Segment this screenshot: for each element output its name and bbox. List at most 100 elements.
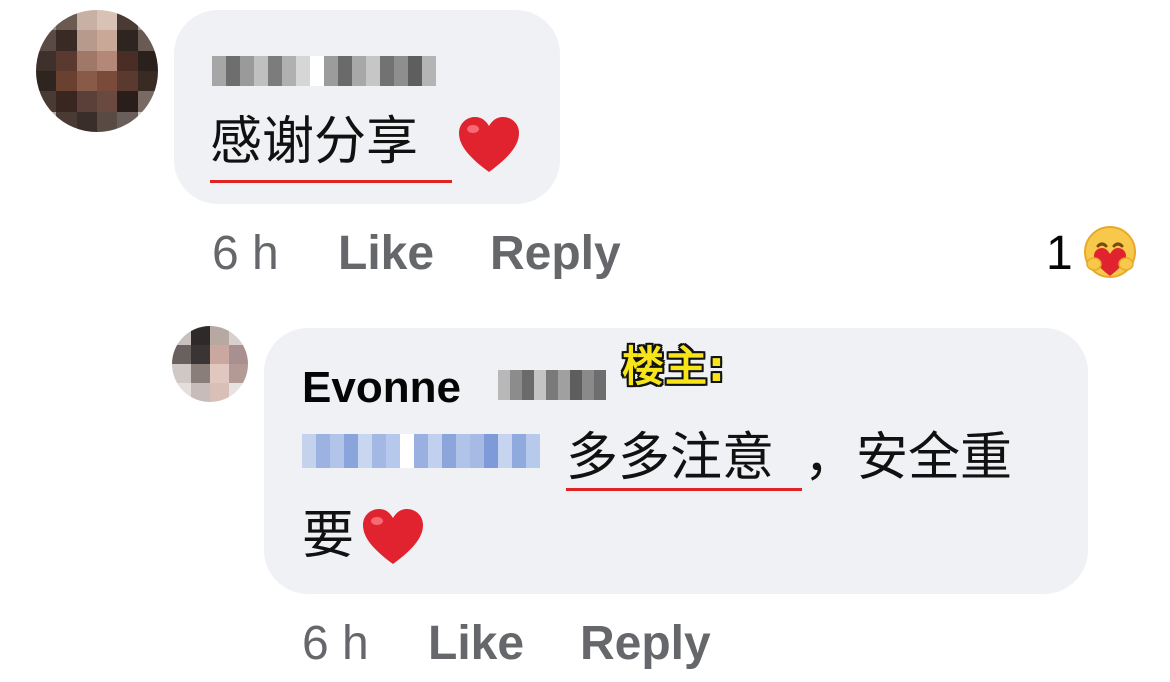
avatar-pixel: [56, 10, 77, 31]
reply-author-name[interactable]: Evonne: [302, 366, 461, 410]
care-reaction-icon[interactable]: [1082, 224, 1138, 280]
avatar-pixel: [97, 71, 118, 92]
avatar-pixel: [229, 345, 248, 364]
blur-pixel: [310, 56, 324, 86]
avatar-pixel: [36, 30, 57, 51]
avatar-pixel: [229, 326, 248, 345]
avatar-pixel: [210, 326, 229, 345]
avatar-pixel: [117, 91, 138, 112]
blur-pixel: [442, 434, 456, 468]
blur-pixel: [330, 434, 344, 468]
comment-timestamp[interactable]: 6 h: [212, 230, 279, 278]
commenter-avatar[interactable]: [36, 10, 158, 132]
comment-text: 感谢分享: [210, 112, 419, 172]
comment-text-underline: [210, 180, 452, 183]
comment-reply-button[interactable]: Reply: [490, 230, 621, 278]
blur-pixel: [394, 56, 408, 86]
avatar-pixel: [56, 71, 77, 92]
avatar-pixel: [191, 364, 210, 383]
blur-pixel: [324, 56, 338, 86]
avatar-pixel: [36, 10, 57, 31]
avatar-pixel: [229, 364, 248, 383]
avatar-pixel: [117, 71, 138, 92]
reply-text-underlined: 多多注意: [566, 428, 775, 488]
reply-reply-button[interactable]: Reply: [580, 620, 711, 668]
blur-pixel: [470, 434, 484, 468]
commenter-name-blurred[interactable]: [212, 56, 436, 86]
blur-pixel: [546, 370, 558, 400]
avatar-pixel: [76, 111, 97, 132]
blur-pixel: [240, 56, 254, 86]
avatar-pixel: [137, 71, 158, 92]
reaction-count[interactable]: 1: [1046, 230, 1073, 278]
blur-pixel: [338, 56, 352, 86]
blur-pixel: [428, 434, 442, 468]
blur-pixel: [570, 370, 582, 400]
blur-pixel: [296, 56, 310, 86]
avatar-pixel: [56, 91, 77, 112]
reply-author-avatar[interactable]: [172, 326, 248, 402]
comment-like-button[interactable]: Like: [338, 230, 434, 278]
blur-pixel: [594, 370, 606, 400]
avatar-pixel: [56, 50, 77, 71]
op-tag: 楼主:: [622, 342, 726, 391]
blur-pixel: [282, 56, 296, 86]
blur-pixel: [422, 56, 436, 86]
avatar-pixel: [117, 30, 138, 51]
avatar-pixel: [36, 71, 57, 92]
blur-pixel: [484, 434, 498, 468]
blur-pixel: [522, 370, 534, 400]
avatar-pixel: [137, 10, 158, 31]
avatar-pixel: [76, 50, 97, 71]
avatar-pixel: [117, 111, 138, 132]
blur-pixel: [212, 56, 226, 86]
blur-pixel: [512, 434, 526, 468]
blur-pixel: [380, 56, 394, 86]
avatar-pixel: [137, 30, 158, 51]
avatar-pixel: [137, 91, 158, 112]
avatar-pixel: [117, 50, 138, 71]
avatar-pixel: [172, 364, 191, 383]
blur-pixel: [268, 56, 282, 86]
avatar-pixel: [229, 383, 248, 402]
blur-pixel: [456, 434, 470, 468]
avatar-pixel: [97, 91, 118, 112]
avatar-pixel: [137, 111, 158, 132]
avatar-pixel: [76, 30, 97, 51]
blur-pixel: [510, 370, 522, 400]
avatar-pixel: [210, 345, 229, 364]
heart-emoji-icon: [363, 509, 423, 564]
blur-pixel: [372, 434, 386, 468]
blur-pixel: [498, 370, 510, 400]
avatar-pixel: [191, 345, 210, 364]
blur-pixel: [400, 434, 414, 468]
blur-pixel: [582, 370, 594, 400]
blur-pixel: [352, 56, 366, 86]
reply-timestamp[interactable]: 6 h: [302, 620, 369, 668]
blur-pixel: [316, 434, 330, 468]
blur-pixel: [226, 56, 240, 86]
blur-pixel: [498, 434, 512, 468]
blur-pixel: [558, 370, 570, 400]
blur-pixel: [302, 434, 316, 468]
avatar-pixel: [137, 50, 158, 71]
avatar-pixel: [191, 326, 210, 345]
avatar-pixel: [172, 326, 191, 345]
blur-pixel: [408, 56, 422, 86]
avatar-pixel: [76, 10, 97, 31]
blur-pixel: [344, 434, 358, 468]
reply-like-button[interactable]: Like: [428, 620, 524, 668]
reply-text-rest: ，安全重: [804, 428, 1013, 488]
avatar-pixel: [117, 10, 138, 31]
avatar-pixel: [36, 50, 57, 71]
reply-author-surname-blurred[interactable]: [498, 370, 606, 400]
avatar-pixel: [210, 383, 229, 402]
mention-tag-blurred[interactable]: [302, 434, 540, 468]
avatar-pixel: [97, 50, 118, 71]
avatar-pixel: [210, 364, 229, 383]
avatar-pixel: [172, 383, 191, 402]
heart-emoji-icon: [459, 117, 519, 172]
blur-pixel: [414, 434, 428, 468]
avatar-pixel: [76, 91, 97, 112]
avatar-pixel: [191, 383, 210, 402]
